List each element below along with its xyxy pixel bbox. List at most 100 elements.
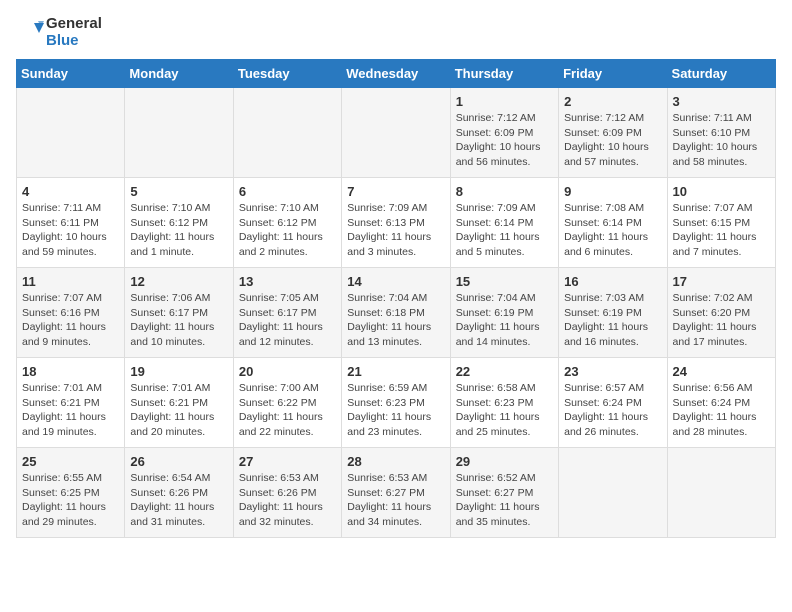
day-info: Sunrise: 7:12 AM Sunset: 6:09 PM Dayligh… — [456, 111, 553, 170]
header-friday: Friday — [559, 60, 667, 88]
day-info: Sunrise: 7:07 AM Sunset: 6:16 PM Dayligh… — [22, 291, 119, 350]
day-info: Sunrise: 7:04 AM Sunset: 6:19 PM Dayligh… — [456, 291, 553, 350]
day-number: 26 — [130, 454, 227, 469]
calendar-cell: 12 Sunrise: 7:06 AM Sunset: 6:17 PM Dayli… — [125, 268, 233, 358]
day-number: 1 — [456, 94, 553, 109]
day-number: 13 — [239, 274, 336, 289]
calendar-cell: 23 Sunrise: 6:57 AM Sunset: 6:24 PM Dayli… — [559, 358, 667, 448]
calendar-cell: 20 Sunrise: 7:00 AM Sunset: 6:22 PM Dayli… — [233, 358, 341, 448]
calendar-cell: 4Sunrise: 7:11 AM Sunset: 6:11 PM Daylig… — [17, 178, 125, 268]
day-number: 9 — [564, 184, 661, 199]
day-number: 2 — [564, 94, 661, 109]
week-row-2: 4Sunrise: 7:11 AM Sunset: 6:11 PM Daylig… — [17, 178, 776, 268]
week-row-4: 18 Sunrise: 7:01 AM Sunset: 6:21 PM Dayli… — [17, 358, 776, 448]
calendar-cell: 14Sunrise: 7:04 AM Sunset: 6:18 PM Dayli… — [342, 268, 450, 358]
day-info: Sunrise: 7:11 AM Sunset: 6:10 PM Dayligh… — [673, 111, 770, 170]
calendar-cell — [125, 88, 233, 178]
logo: General Blue — [16, 16, 102, 49]
header-saturday: Saturday — [667, 60, 775, 88]
day-number: 6 — [239, 184, 336, 199]
day-number: 16 — [564, 274, 661, 289]
day-number: 14 — [347, 274, 444, 289]
calendar-cell: 3Sunrise: 7:11 AM Sunset: 6:10 PM Daylig… — [667, 88, 775, 178]
day-number: 20 — [239, 364, 336, 379]
calendar-cell: 7 Sunrise: 7:09 AM Sunset: 6:13 PM Daylig… — [342, 178, 450, 268]
day-info: Sunrise: 7:06 AM Sunset: 6:17 PM Dayligh… — [130, 291, 227, 350]
calendar-cell: 24 Sunrise: 6:56 AM Sunset: 6:24 PM Dayli… — [667, 358, 775, 448]
calendar-cell: 29Sunrise: 6:52 AM Sunset: 6:27 PM Dayli… — [450, 448, 558, 538]
day-info: Sunrise: 7:03 AM Sunset: 6:19 PM Dayligh… — [564, 291, 661, 350]
day-info: Sunrise: 7:09 AM Sunset: 6:13 PM Dayligh… — [347, 201, 444, 260]
calendar-cell — [17, 88, 125, 178]
day-info: Sunrise: 6:59 AM Sunset: 6:23 PM Dayligh… — [347, 381, 444, 440]
calendar-cell: 22 Sunrise: 6:58 AM Sunset: 6:23 PM Dayli… — [450, 358, 558, 448]
calendar-cell: 10 Sunrise: 7:07 AM Sunset: 6:15 PM Dayli… — [667, 178, 775, 268]
logo-general: General — [46, 16, 102, 33]
day-info: Sunrise: 6:57 AM Sunset: 6:24 PM Dayligh… — [564, 381, 661, 440]
day-info: Sunrise: 7:00 AM Sunset: 6:22 PM Dayligh… — [239, 381, 336, 440]
calendar-cell: 17 Sunrise: 7:02 AM Sunset: 6:20 PM Dayli… — [667, 268, 775, 358]
calendar-cell: 19 Sunrise: 7:01 AM Sunset: 6:21 PM Dayli… — [125, 358, 233, 448]
calendar-cell: 11 Sunrise: 7:07 AM Sunset: 6:16 PM Dayli… — [17, 268, 125, 358]
day-info: Sunrise: 6:56 AM Sunset: 6:24 PM Dayligh… — [673, 381, 770, 440]
week-row-1: 1 Sunrise: 7:12 AM Sunset: 6:09 PM Daylig… — [17, 88, 776, 178]
calendar-cell: 18 Sunrise: 7:01 AM Sunset: 6:21 PM Dayli… — [17, 358, 125, 448]
day-number: 21 — [347, 364, 444, 379]
calendar-table: SundayMondayTuesdayWednesdayThursdayFrid… — [16, 59, 776, 538]
calendar-cell: 6 Sunrise: 7:10 AM Sunset: 6:12 PM Daylig… — [233, 178, 341, 268]
day-number: 5 — [130, 184, 227, 199]
calendar-cell: 25 Sunrise: 6:55 AM Sunset: 6:25 PM Dayli… — [17, 448, 125, 538]
day-info: Sunrise: 6:58 AM Sunset: 6:23 PM Dayligh… — [456, 381, 553, 440]
day-number: 24 — [673, 364, 770, 379]
day-number: 18 — [22, 364, 119, 379]
day-info: Sunrise: 7:10 AM Sunset: 6:12 PM Dayligh… — [130, 201, 227, 260]
day-number: 8 — [456, 184, 553, 199]
calendar-cell: 2Sunrise: 7:12 AM Sunset: 6:09 PM Daylig… — [559, 88, 667, 178]
calendar-cell: 27Sunrise: 6:53 AM Sunset: 6:26 PM Dayli… — [233, 448, 341, 538]
day-info: Sunrise: 6:55 AM Sunset: 6:25 PM Dayligh… — [22, 471, 119, 530]
day-info: Sunrise: 6:52 AM Sunset: 6:27 PM Dayligh… — [456, 471, 553, 530]
day-info: Sunrise: 7:08 AM Sunset: 6:14 PM Dayligh… — [564, 201, 661, 260]
calendar-cell: 5 Sunrise: 7:10 AM Sunset: 6:12 PM Daylig… — [125, 178, 233, 268]
header-tuesday: Tuesday — [233, 60, 341, 88]
day-number: 23 — [564, 364, 661, 379]
day-number: 17 — [673, 274, 770, 289]
day-info: Sunrise: 6:54 AM Sunset: 6:26 PM Dayligh… — [130, 471, 227, 530]
day-number: 19 — [130, 364, 227, 379]
day-info: Sunrise: 7:09 AM Sunset: 6:14 PM Dayligh… — [456, 201, 553, 260]
day-info: Sunrise: 7:05 AM Sunset: 6:17 PM Dayligh… — [239, 291, 336, 350]
day-info: Sunrise: 7:07 AM Sunset: 6:15 PM Dayligh… — [673, 201, 770, 260]
calendar-header-row: SundayMondayTuesdayWednesdayThursdayFrid… — [17, 60, 776, 88]
page-header: General Blue — [16, 16, 776, 49]
calendar-cell — [667, 448, 775, 538]
day-number: 10 — [673, 184, 770, 199]
header-monday: Monday — [125, 60, 233, 88]
day-number: 25 — [22, 454, 119, 469]
day-info: Sunrise: 7:01 AM Sunset: 6:21 PM Dayligh… — [22, 381, 119, 440]
day-info: Sunrise: 7:11 AM Sunset: 6:11 PM Dayligh… — [22, 201, 119, 260]
calendar-cell: 1 Sunrise: 7:12 AM Sunset: 6:09 PM Daylig… — [450, 88, 558, 178]
calendar-cell — [233, 88, 341, 178]
day-info: Sunrise: 6:53 AM Sunset: 6:27 PM Dayligh… — [347, 471, 444, 530]
calendar-cell: 21 Sunrise: 6:59 AM Sunset: 6:23 PM Dayli… — [342, 358, 450, 448]
day-number: 28 — [347, 454, 444, 469]
calendar-cell: 16 Sunrise: 7:03 AM Sunset: 6:19 PM Dayli… — [559, 268, 667, 358]
calendar-cell: 15Sunrise: 7:04 AM Sunset: 6:19 PM Dayli… — [450, 268, 558, 358]
week-row-5: 25 Sunrise: 6:55 AM Sunset: 6:25 PM Dayli… — [17, 448, 776, 538]
calendar-cell: 9 Sunrise: 7:08 AM Sunset: 6:14 PM Daylig… — [559, 178, 667, 268]
calendar-cell: 26 Sunrise: 6:54 AM Sunset: 6:26 PM Dayli… — [125, 448, 233, 538]
day-number: 11 — [22, 274, 119, 289]
day-number: 27 — [239, 454, 336, 469]
calendar-cell: 13 Sunrise: 7:05 AM Sunset: 6:17 PM Dayli… — [233, 268, 341, 358]
day-info: Sunrise: 7:10 AM Sunset: 6:12 PM Dayligh… — [239, 201, 336, 260]
day-info: Sunrise: 7:02 AM Sunset: 6:20 PM Dayligh… — [673, 291, 770, 350]
calendar-cell — [559, 448, 667, 538]
day-number: 7 — [347, 184, 444, 199]
logo-blue: Blue — [46, 33, 102, 50]
day-number: 22 — [456, 364, 553, 379]
logo-bird-icon — [16, 19, 44, 47]
header-sunday: Sunday — [17, 60, 125, 88]
day-number: 12 — [130, 274, 227, 289]
day-info: Sunrise: 7:01 AM Sunset: 6:21 PM Dayligh… — [130, 381, 227, 440]
header-thursday: Thursday — [450, 60, 558, 88]
